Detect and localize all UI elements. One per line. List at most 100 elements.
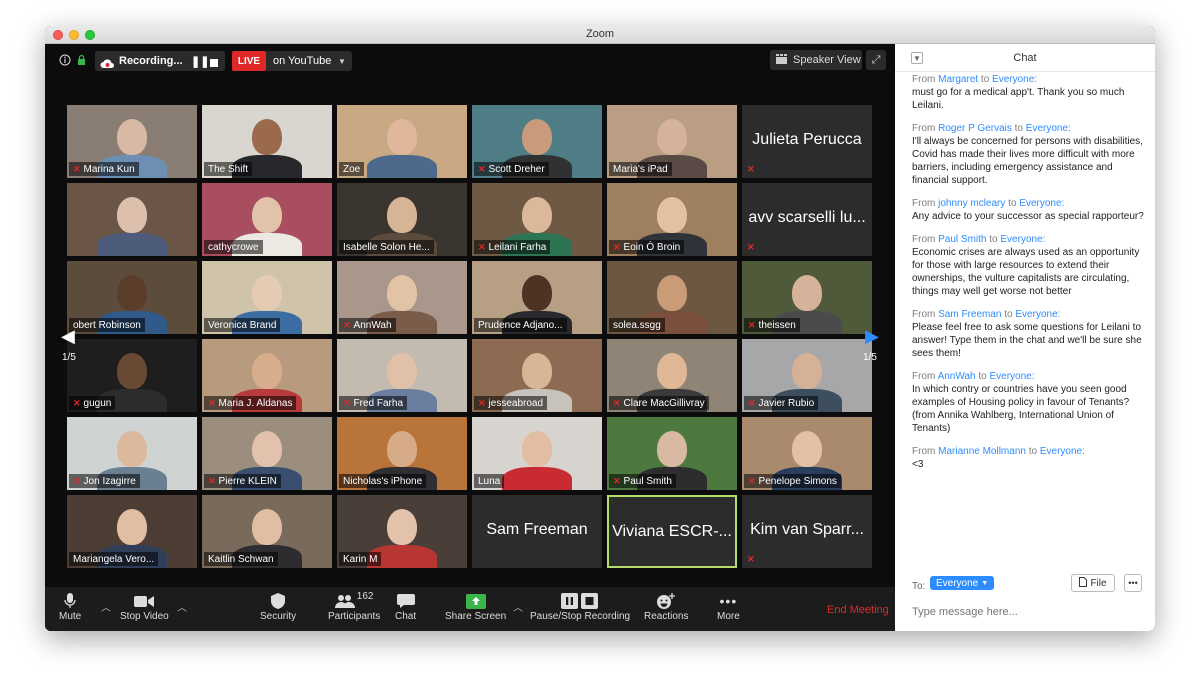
participant-tile[interactable]: ✕ AnnWah	[337, 261, 467, 334]
participant-tile[interactable]: ✕ Leilani Farha	[472, 183, 602, 256]
participant-tile[interactable]: Viviana ESCR-...	[607, 495, 737, 568]
participant-tile[interactable]: Zoe	[337, 105, 467, 178]
participant-silhouette-face	[387, 119, 417, 155]
chat-message-header: From AnnWah to Everyone:	[912, 370, 1146, 383]
participant-tile[interactable]: ✕ jesseabroad	[472, 339, 602, 412]
security-button[interactable]: Security	[260, 591, 296, 622]
participant-name: Zoe	[343, 163, 361, 175]
participant-tile[interactable]: ✕ Clare MacGillivray	[607, 339, 737, 412]
participant-tile[interactable]: ✕ Jon Izagirre	[67, 417, 197, 490]
participant-tile[interactable]: Veronica Brand	[202, 261, 332, 334]
participant-tile[interactable]: Kim van Sparr... ✕	[742, 495, 872, 568]
participant-tile[interactable]: Nicholas's iPhone	[337, 417, 467, 490]
participant-name-label: ✕ Jon Izagirre	[69, 474, 140, 488]
pause-stop-recording-button[interactable]: Pause/Stop Recording	[530, 591, 630, 622]
youtube-stream-dropdown[interactable]: on YouTube ▼	[266, 51, 352, 71]
previous-page-arrow-icon[interactable]: ◀	[61, 326, 75, 347]
participant-name: Pierre KLEIN	[218, 475, 277, 487]
participant-tile[interactable]: The Shift	[202, 105, 332, 178]
participant-tile[interactable]	[67, 183, 197, 256]
participant-name: Paul Smith	[623, 475, 672, 487]
participant-tile[interactable]: ✕ Paul Smith	[607, 417, 737, 490]
participant-tile[interactable]: ✕ Eoin Ó Broin	[607, 183, 737, 256]
participant-tile[interactable]: Julieta Perucca ✕	[742, 105, 872, 178]
chat-message: From Marianne Mollmann to Everyone: <3	[912, 445, 1146, 471]
end-meeting-button[interactable]: End Meeting	[827, 604, 889, 616]
share-options-chevron-up-icon[interactable]: ︿	[513, 599, 523, 614]
reactions-button[interactable]: Reactions	[644, 591, 688, 622]
fullscreen-icon[interactable]: ⤢	[866, 50, 886, 70]
participant-name-label: Zoe	[339, 162, 365, 176]
participant-tile[interactable]: Maria's iPad	[607, 105, 737, 178]
chat-button[interactable]: Chat	[395, 591, 416, 622]
chat-sender[interactable]: Margaret	[938, 74, 978, 85]
chat-sender[interactable]: Roger P Gervais	[938, 123, 1012, 134]
participant-tile[interactable]: Isabelle Solon He...	[337, 183, 467, 256]
participant-tile[interactable]: avv scarselli lu... ✕	[742, 183, 872, 256]
participant-tile[interactable]: Mariangela Vero...	[67, 495, 197, 568]
participant-name-label: ✕ Marina Kun	[69, 162, 139, 176]
participant-silhouette-body	[502, 467, 572, 490]
chat-sender[interactable]: AnnWah	[938, 371, 976, 382]
participant-tile[interactable]: ✕ Scott Dreher	[472, 105, 602, 178]
next-page-arrow-icon[interactable]: ▶	[865, 326, 879, 347]
chat-message: From Paul Smith to Everyone: Economic cri…	[912, 233, 1146, 298]
chat-recipient: Everyone:	[989, 371, 1035, 382]
share-screen-button[interactable]: Share Screen	[445, 591, 506, 622]
speaker-view-button[interactable]: Speaker View	[770, 50, 862, 70]
participant-tile[interactable]: Sam Freeman	[472, 495, 602, 568]
participant-silhouette-face	[522, 119, 552, 155]
video-options-chevron-up-icon[interactable]: ︿	[177, 599, 187, 614]
live-badge: LIVE	[232, 51, 266, 71]
participants-icon: 162	[334, 591, 373, 611]
participant-tile[interactable]: ✕ Marina Kun	[67, 105, 197, 178]
chat-sender[interactable]: Paul Smith	[938, 234, 986, 245]
recipient-dropdown[interactable]: Everyone ▼	[930, 576, 995, 590]
participant-tile[interactable]: ✕ gugun	[67, 339, 197, 412]
participant-tile[interactable]: ✕ Pierre KLEIN	[202, 417, 332, 490]
chat-message-text: In which contry or countries have you se…	[912, 384, 1130, 434]
participant-tile[interactable]: obert Robinson	[67, 261, 197, 334]
participant-name: Nicholas's iPhone	[343, 475, 423, 487]
pause-recording-icon[interactable]: ❚❚	[191, 52, 209, 70]
participant-name: solea.ssgg	[613, 319, 661, 331]
audio-options-chevron-up-icon[interactable]: ︿	[101, 599, 111, 614]
muted-microphone-icon: ✕	[478, 241, 486, 252]
participant-tile[interactable]: ✕ theissen	[742, 261, 872, 334]
chat-recipient: Everyone:	[1039, 446, 1085, 457]
chat-sender[interactable]: johnny mcleary	[938, 198, 1005, 209]
participant-tile[interactable]: Prudence Adjano...	[472, 261, 602, 334]
participant-tile[interactable]: Karin M	[337, 495, 467, 568]
participant-tile[interactable]: ✕ Maria J. Aldanas	[202, 339, 332, 412]
lock-icon[interactable]	[77, 51, 86, 69]
participant-tile[interactable]: ✕ Fred Farha	[337, 339, 467, 412]
participant-tile[interactable]: cathycrowe	[202, 183, 332, 256]
participant-name: Penelope Simons	[758, 475, 837, 487]
participant-tile[interactable]: solea.ssgg	[607, 261, 737, 334]
mute-button[interactable]: Mute	[59, 591, 81, 622]
file-button[interactable]: File	[1071, 574, 1115, 592]
page-indicator-left: 1/5	[62, 352, 76, 363]
participant-name: Marina Kun	[83, 163, 135, 175]
participant-tile[interactable]: ✕ Javier Rubio	[742, 339, 872, 412]
info-icon[interactable]	[59, 51, 71, 69]
participant-name: Clare MacGillivray	[623, 397, 705, 409]
chat-sender[interactable]: Marianne Mollmann	[938, 446, 1026, 457]
chat-message: From johnny mcleary to Everyone: Any advi…	[912, 197, 1146, 223]
participants-label: Participants	[328, 611, 381, 622]
chat-sender[interactable]: Sam Freeman	[938, 309, 1001, 320]
participants-button[interactable]: 162 Participants	[328, 591, 381, 623]
muted-microphone-icon: ✕	[343, 319, 351, 330]
chat-more-options-icon[interactable]: •••	[1124, 574, 1142, 592]
participant-name-label: Isabelle Solon He...	[339, 240, 434, 254]
more-button[interactable]: ••• More	[717, 591, 740, 622]
stop-recording-icon[interactable]	[210, 54, 218, 72]
participant-name: avv scarselli lu...	[748, 209, 866, 226]
chat-message-input[interactable]	[912, 603, 1142, 621]
participant-tile[interactable]: Kaitlin Schwan	[202, 495, 332, 568]
stop-video-button[interactable]: Stop Video	[120, 591, 169, 622]
participant-tile[interactable]: ✕ Penelope Simons	[742, 417, 872, 490]
participant-tile[interactable]: Luna	[472, 417, 602, 490]
participant-name: Kaitlin Schwan	[208, 553, 274, 565]
share-screen-icon	[465, 591, 486, 611]
